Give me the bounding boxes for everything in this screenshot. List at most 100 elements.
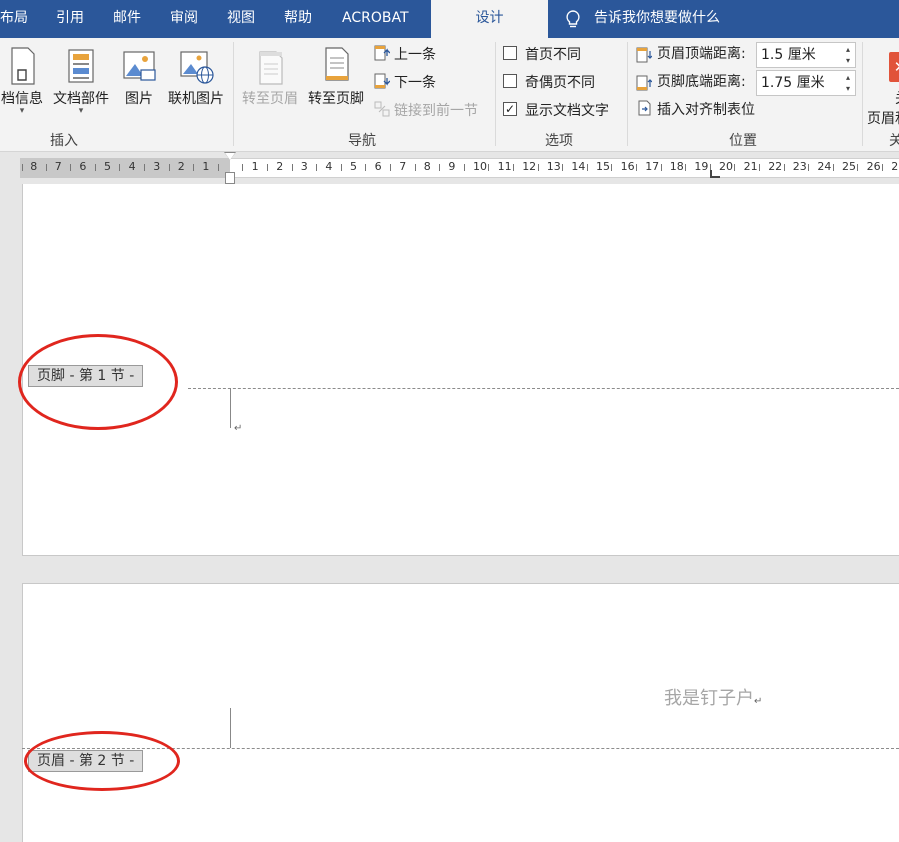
footer-from-bottom-spinner[interactable]: 1.75 厘米 ▴ ▾	[756, 70, 856, 96]
ruler-number-right: 27	[891, 160, 899, 173]
header-text[interactable]: 我是钉子户↵	[664, 684, 762, 710]
tab-stop-marker[interactable]	[710, 170, 720, 178]
ruler-tick	[22, 164, 23, 171]
paragraph-mark: ↵	[754, 696, 763, 707]
ruler-number-right: 11	[497, 160, 512, 173]
doc-info-label: 档信息	[1, 91, 43, 107]
ruler-number-right: 13	[546, 160, 561, 173]
spinner-arrows-icon[interactable]: ▴ ▾	[843, 44, 853, 66]
tab-view[interactable]: 视图	[227, 0, 255, 38]
ruler-number-left: 8	[30, 160, 38, 173]
doc-info-icon	[11, 47, 35, 85]
ruler-number-right: 26	[866, 160, 881, 173]
tab-design[interactable]: 设计	[431, 0, 548, 38]
ruler-number-right: 21	[743, 160, 758, 173]
next-button[interactable]: 下一条	[374, 72, 436, 94]
tab-acrobat[interactable]: ACROBAT	[342, 0, 409, 38]
ruler-tick	[463, 164, 465, 171]
goto-footer-icon	[325, 47, 349, 81]
header-distance-icon	[636, 47, 652, 63]
ruler-tick	[168, 164, 170, 171]
doc-parts-label: 文档部件	[53, 91, 109, 107]
show-doc-text-checkbox[interactable]: ✓ 显示文档文字	[503, 100, 609, 122]
ruler-tick	[660, 164, 662, 171]
ruler-number-right: 24	[817, 160, 832, 173]
ruler-tick	[217, 164, 219, 171]
group-divider	[233, 42, 234, 146]
goto-footer-button[interactable]: 转至页脚	[304, 42, 368, 126]
close-header-footer-button[interactable]: ✕ 关 页眉和	[867, 42, 899, 127]
ruler-tick	[611, 164, 613, 171]
ruler-number-right: 2	[276, 160, 284, 173]
footer-boundary-line	[188, 388, 899, 389]
close-label-line1: 关	[895, 88, 899, 108]
ruler-number-left: 1	[202, 160, 210, 173]
ruler-number-right: 8	[423, 160, 431, 173]
ruler-number-right: 23	[792, 160, 807, 173]
tab-review[interactable]: 审阅	[170, 0, 198, 38]
ruler-number-left: 6	[79, 160, 87, 173]
diff-first-page-checkbox[interactable]: 首页不同	[503, 44, 581, 66]
ruler-number-right: 19	[694, 160, 709, 173]
ribbon-tab-bar: 布局 引用 邮件 审阅 视图 帮助 ACROBAT 设计 告诉我你想要做什么	[0, 0, 899, 38]
ruler-number-left: 3	[153, 160, 161, 173]
ruler-tick	[808, 164, 810, 171]
ruler-number-right: 3	[300, 160, 308, 173]
ruler-tick	[70, 164, 72, 171]
previous-label: 上一条	[394, 47, 436, 63]
ruler-number-right: 12	[522, 160, 537, 173]
ruler-number-right: 6	[374, 160, 382, 173]
next-section-icon	[374, 73, 390, 89]
footer-from-bottom-value[interactable]: 1.75 厘米	[761, 71, 825, 95]
ruler-tick	[266, 164, 268, 171]
tab-layout[interactable]: 布局	[0, 0, 28, 38]
ruler-tick	[758, 164, 760, 171]
tab-help[interactable]: 帮助	[284, 0, 312, 38]
goto-header-button[interactable]: 转至页眉	[238, 42, 302, 126]
page-2[interactable]	[22, 583, 899, 842]
picture-button[interactable]: 图片	[118, 42, 160, 126]
online-picture-button[interactable]: 联机图片	[165, 42, 227, 126]
ruler-number-right: 20	[719, 160, 733, 173]
ruler-number-right: 9	[448, 160, 456, 173]
group-divider	[862, 42, 863, 146]
diff-first-label: 首页不同	[525, 47, 581, 63]
ruler-tick	[783, 164, 785, 171]
tab-references[interactable]: 引用	[56, 0, 84, 38]
link-previous-button[interactable]: 链接到前一节	[374, 100, 478, 122]
insert-align-tab-button[interactable]: 插入对齐制表位	[637, 99, 755, 121]
ruler-tick	[316, 164, 318, 171]
ruler-tick	[586, 164, 588, 171]
tell-me-search[interactable]: 告诉我你想要做什么	[594, 0, 720, 36]
spinner-arrows-icon[interactable]: ▴ ▾	[843, 72, 853, 94]
ruler-number-right: 25	[842, 160, 856, 173]
options-group-label: 选项	[545, 133, 573, 149]
left-indent-marker[interactable]	[225, 172, 235, 184]
ruler-number-left: 5	[104, 160, 111, 173]
ribbon-panel: 档信息 ▾ 文档部件 ▾ 图片 联机图片 插入 转至页眉 转至页脚 上一条 下一…	[0, 38, 899, 152]
ruler-number-right: 1	[251, 160, 259, 173]
diff-odd-even-checkbox[interactable]: 奇偶页不同	[503, 72, 595, 94]
ruler-number-right: 5	[350, 160, 357, 173]
previous-button[interactable]: 上一条	[374, 44, 436, 66]
close-group-label: 关	[889, 133, 899, 149]
checkmark-icon: ✓	[503, 102, 517, 116]
position-group-label: 位置	[729, 133, 757, 149]
chevron-down-icon: ▾	[19, 106, 25, 116]
diff-odd-even-label: 奇偶页不同	[525, 75, 595, 91]
ruler-tick	[685, 164, 687, 171]
ruler-tick	[193, 164, 195, 171]
header-from-top-spinner[interactable]: 1.5 厘米 ▴ ▾	[756, 42, 856, 68]
ruler-tick	[94, 164, 96, 171]
ruler-tick	[340, 164, 342, 171]
online-picture-icon	[180, 51, 214, 84]
ruler-tick	[143, 164, 145, 171]
tab-mailings[interactable]: 邮件	[113, 0, 141, 38]
header-from-top-value[interactable]: 1.5 厘米	[761, 43, 816, 67]
align-tab-icon	[638, 100, 651, 116]
header-text-content: 我是钉子户	[664, 688, 754, 709]
show-doc-text-label: 显示文档文字	[525, 103, 609, 119]
doc-parts-button[interactable]: 文档部件 ▾	[50, 42, 112, 126]
doc-info-button[interactable]: 档信息 ▾	[0, 42, 50, 126]
ruler-tick	[734, 164, 736, 171]
